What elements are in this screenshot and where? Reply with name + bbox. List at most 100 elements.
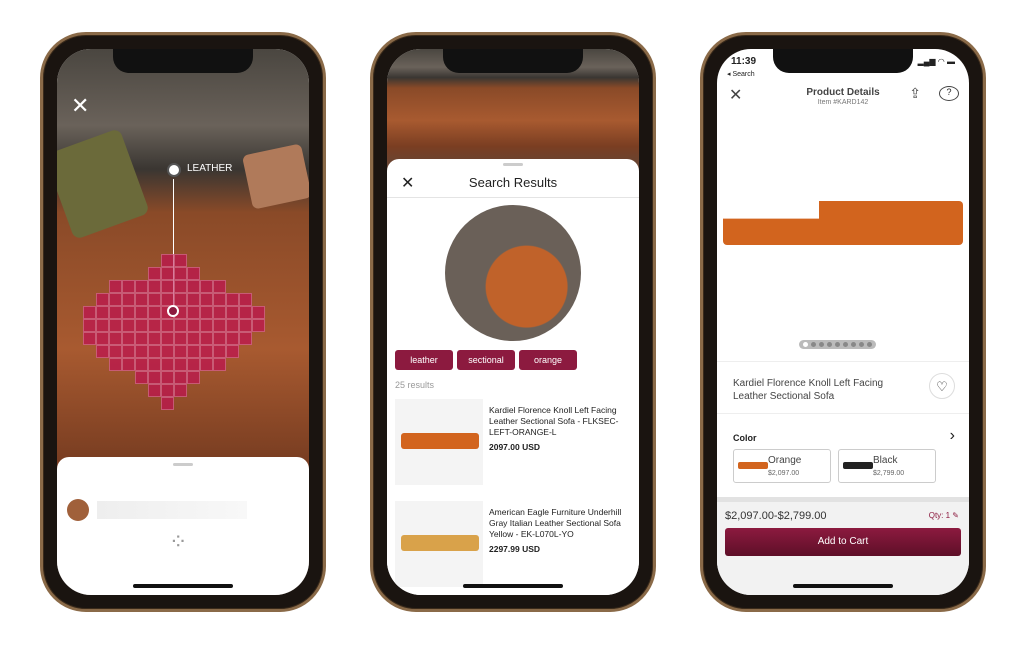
sofa-image xyxy=(401,433,479,449)
grid-cell xyxy=(187,371,200,384)
pager-dot[interactable] xyxy=(827,342,832,347)
grid-cell xyxy=(187,306,200,319)
pillow xyxy=(241,143,309,210)
sheet-handle[interactable] xyxy=(503,163,523,166)
product-screen: 11:39 ◂ Search ▂▄▆ ◠ ▬ ✕ Product Details… xyxy=(717,49,969,595)
pager-dot[interactable] xyxy=(851,342,856,347)
notch xyxy=(443,49,583,73)
status-icons: ▂▄▆ ◠ ▬ xyxy=(917,57,955,66)
grid-cell xyxy=(213,280,226,293)
pager-dot[interactable] xyxy=(835,342,840,347)
back-link[interactable]: ◂ Search xyxy=(727,70,755,78)
grid-cell xyxy=(174,293,187,306)
color-option-black[interactable]: Black $2,799.00 xyxy=(838,449,936,483)
grid-cell xyxy=(161,384,174,397)
grid-cell xyxy=(161,332,174,345)
grid-cell xyxy=(109,345,122,358)
grid-cell xyxy=(109,332,122,345)
bottom-sheet: ⁘ xyxy=(57,457,309,595)
grid-cell xyxy=(161,371,174,384)
pager-dot[interactable] xyxy=(867,342,872,347)
search-screen: ✕ Search Results leather sectional orange … xyxy=(387,49,639,595)
grid-cell xyxy=(122,293,135,306)
grid-cell xyxy=(174,371,187,384)
grid-cell xyxy=(200,345,213,358)
grid-cell xyxy=(122,280,135,293)
image-pager[interactable] xyxy=(799,340,876,349)
grid-cell xyxy=(174,358,187,371)
grid-cell xyxy=(161,267,174,280)
grid-cell xyxy=(174,332,187,345)
page-title: Product Details xyxy=(806,87,880,98)
tag-orange[interactable]: orange xyxy=(519,350,577,370)
grid-cell xyxy=(135,319,148,332)
result-item[interactable]: American Eagle Furniture Underhill Gray … xyxy=(395,501,631,591)
grid-cell xyxy=(200,332,213,345)
color-name: Orange xyxy=(768,455,802,466)
grid-cell xyxy=(96,293,109,306)
share-icon[interactable]: ⇪ xyxy=(909,85,921,102)
help-chat-icon[interactable]: ? xyxy=(939,86,959,101)
tag-leather[interactable]: leather xyxy=(395,350,453,370)
grid-cell xyxy=(226,345,239,358)
add-to-cart-button[interactable]: Add to Cart xyxy=(725,528,961,556)
grid-cell xyxy=(109,280,122,293)
sheet-handle[interactable] xyxy=(173,463,193,466)
pencil-icon: ✎ xyxy=(952,511,959,520)
pager-dot[interactable] xyxy=(803,342,808,347)
home-indicator xyxy=(463,584,563,588)
grid-cell xyxy=(148,293,161,306)
thumbnail xyxy=(67,499,89,521)
grid-cell xyxy=(252,306,265,319)
quantity-edit[interactable]: Qty: 1 ✎ xyxy=(929,511,959,520)
pager-dot[interactable] xyxy=(859,342,864,347)
captured-image xyxy=(445,205,581,341)
result-item[interactable]: Kardiel Florence Knoll Left Facing Leath… xyxy=(395,399,631,489)
status-time: 11:39 xyxy=(731,56,757,67)
pager-dot[interactable] xyxy=(843,342,848,347)
grid-cell xyxy=(109,293,122,306)
grid-cell xyxy=(213,358,226,371)
grid-cell xyxy=(96,345,109,358)
ar-label: LEATHER xyxy=(187,163,233,174)
swatch-image xyxy=(738,462,768,469)
grid-cell xyxy=(252,319,265,332)
grid-cell xyxy=(83,319,96,332)
grid-cell xyxy=(213,345,226,358)
grid-cell xyxy=(187,319,200,332)
close-icon[interactable]: ✕ xyxy=(71,93,89,119)
grid-cell xyxy=(161,319,174,332)
grid-cell xyxy=(161,254,174,267)
phone-product-details: 11:39 ◂ Search ▂▄▆ ◠ ▬ ✕ Product Details… xyxy=(700,32,986,612)
grid-cell xyxy=(213,332,226,345)
chevron-right-icon[interactable]: › xyxy=(950,427,955,445)
pager-dot[interactable] xyxy=(819,342,824,347)
color-label: Color xyxy=(733,433,757,443)
grid-cell xyxy=(135,371,148,384)
favorite-heart-icon[interactable]: ♡ xyxy=(929,373,955,399)
grid-cell xyxy=(239,332,252,345)
leather-pin-icon[interactable] xyxy=(167,163,181,177)
color-name: Black xyxy=(873,455,898,466)
tag-sectional[interactable]: sectional xyxy=(457,350,515,370)
grid-cell xyxy=(213,293,226,306)
grid-cell xyxy=(135,306,148,319)
result-thumbnail xyxy=(395,501,483,587)
pager-dot[interactable] xyxy=(811,342,816,347)
grid-cell xyxy=(174,280,187,293)
grid-cell xyxy=(200,319,213,332)
grid-cell xyxy=(226,319,239,332)
target-icon xyxy=(167,305,179,317)
color-price: $2,097.00 xyxy=(768,470,800,477)
notch xyxy=(773,49,913,73)
results-count: 25 results xyxy=(395,380,435,390)
grid-cell xyxy=(148,345,161,358)
divider xyxy=(387,197,639,198)
color-option-orange[interactable]: Orange $2,097.00 xyxy=(733,449,831,483)
result-name: American Eagle Furniture Underhill Gray … xyxy=(489,507,622,539)
grid-cell xyxy=(96,332,109,345)
quantity-label: Qty: 1 xyxy=(928,511,951,520)
phone-ar-view: ✕ LEATHER ⁘ xyxy=(40,32,326,612)
item-number: Item #KARD142 xyxy=(817,99,869,106)
grid-cell xyxy=(96,319,109,332)
